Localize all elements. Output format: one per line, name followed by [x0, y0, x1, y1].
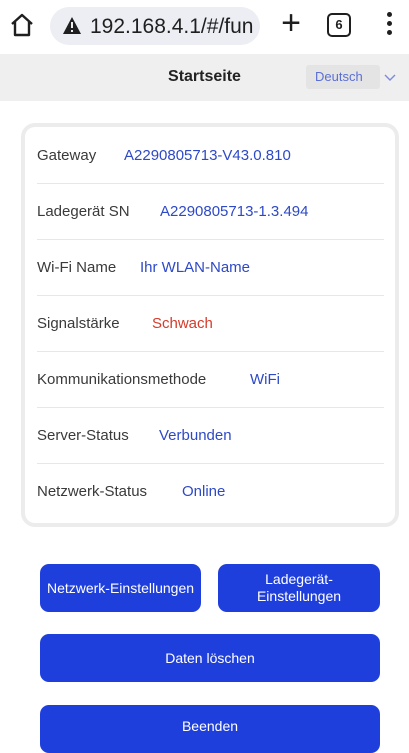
browser-toolbar: 192.168.4.1/#/fun + 6	[0, 0, 409, 52]
wifi-name-label: Wi-Fi Name	[37, 259, 117, 276]
clear-data-button[interactable]: Daten löschen	[40, 634, 380, 682]
communication-method-label: Kommunikationsmethode	[37, 371, 207, 388]
page-header: Startseite Deutsch	[0, 54, 409, 101]
info-row-signal: Signalstärke Schwach	[37, 295, 384, 352]
charger-sn-label: Ladegerät SN	[37, 203, 130, 220]
gateway-value: A2290805713-V43.0.810	[124, 147, 291, 164]
signal-strength-value: Schwach	[152, 315, 213, 332]
server-status-value: Verbunden	[159, 427, 232, 444]
exit-button[interactable]: Beenden	[40, 705, 380, 753]
gateway-label: Gateway	[37, 147, 97, 164]
home-icon[interactable]	[8, 11, 36, 39]
communication-method-value: WiFi	[250, 371, 280, 388]
new-tab-button[interactable]: +	[274, 6, 308, 42]
language-selected-value[interactable]: Deutsch	[315, 69, 363, 84]
info-row-wifi-name: Wi-Fi Name Ihr WLAN-Name	[37, 239, 384, 296]
charger-sn-value: A2290805713-1.3.494	[160, 203, 309, 220]
info-row-network-status: Netzwerk-Status Online	[37, 463, 384, 519]
info-row-gateway: Gateway A2290805713-V43.0.810	[37, 127, 384, 184]
info-row-charger-sn: Ladegerät SN A2290805713-1.3.494	[37, 183, 384, 240]
network-status-value: Online	[182, 483, 226, 500]
url-text[interactable]: 192.168.4.1/#/fun	[90, 15, 260, 39]
network-settings-button[interactable]: Netzwerk-Einstellungen	[40, 564, 201, 612]
info-row-communication: Kommunikationsmethode WiFi	[37, 351, 384, 408]
wifi-name-value: Ihr WLAN-Name	[140, 259, 251, 276]
more-menu-icon[interactable]	[384, 12, 394, 38]
network-status-label: Netzwerk-Status	[37, 483, 148, 500]
signal-strength-label: Signalstärke	[37, 315, 120, 332]
not-secure-warning-icon[interactable]	[62, 16, 82, 35]
server-status-label: Server-Status	[37, 427, 129, 444]
language-select[interactable]: Deutsch	[306, 65, 396, 89]
chevron-down-icon[interactable]	[384, 74, 396, 82]
address-bar[interactable]: 192.168.4.1/#/fun	[50, 7, 260, 45]
charger-settings-button[interactable]: Ladegerät- Einstellungen	[218, 564, 380, 612]
info-row-server-status: Server-Status Verbunden	[37, 407, 384, 464]
tab-switcher-button[interactable]: 6	[327, 13, 351, 37]
device-info-card: Gateway A2290805713-V43.0.810 Ladegerät …	[21, 123, 399, 527]
